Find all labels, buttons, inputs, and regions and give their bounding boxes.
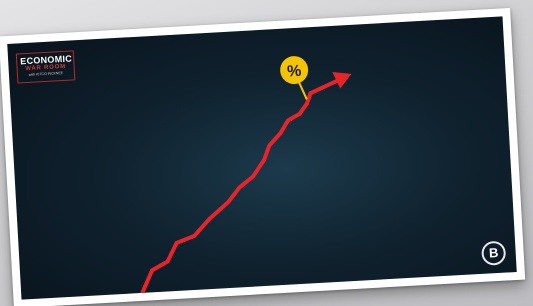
percent-badge-icon: % <box>280 56 309 85</box>
video-screen: ECONOMIC WAR ROOM with KITCO PICKNEE % B <box>7 16 517 300</box>
photo-background: ECONOMIC WAR ROOM with KITCO PICKNEE % B <box>0 0 533 306</box>
video-frame-card: ECONOMIC WAR ROOM with KITCO PICKNEE % B <box>0 7 526 306</box>
badge-stem <box>297 81 308 100</box>
trend-arrow-icon <box>308 77 342 96</box>
trend-graphic: % <box>137 56 352 300</box>
trend-line <box>137 91 313 300</box>
percent-symbol: % <box>287 63 302 81</box>
